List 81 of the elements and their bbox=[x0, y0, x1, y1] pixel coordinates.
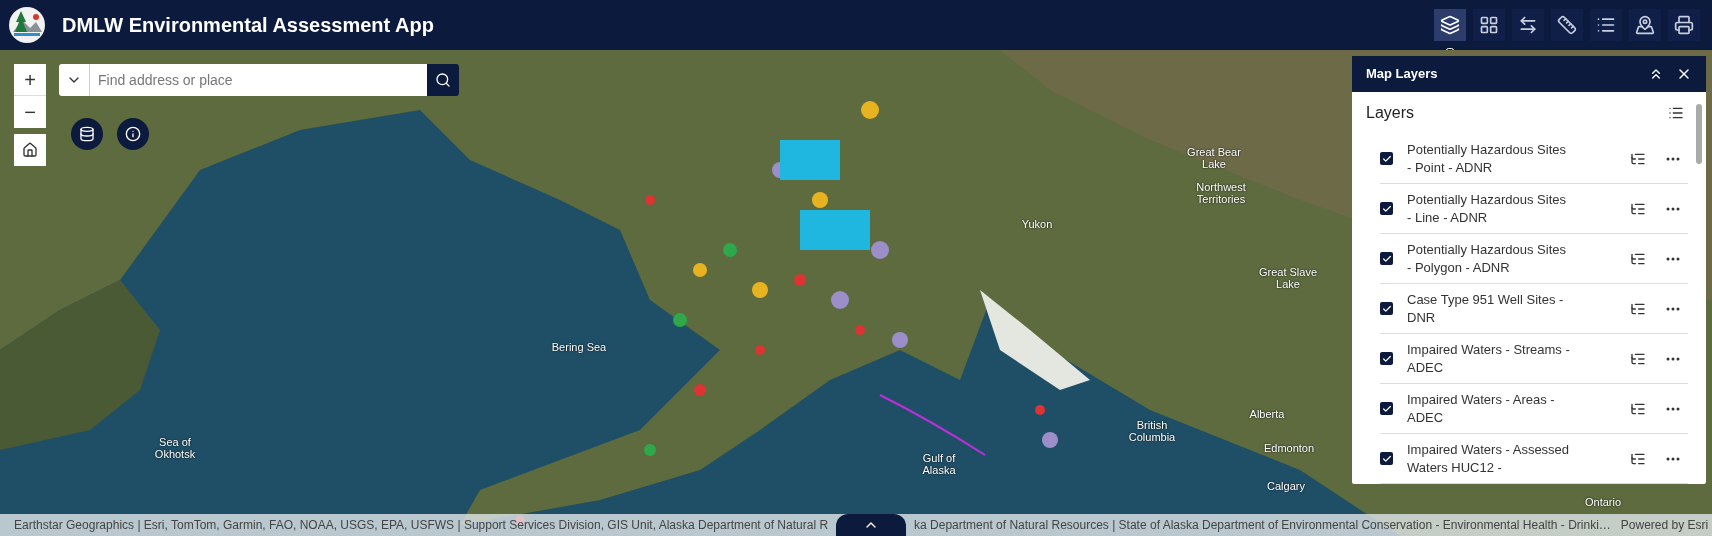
more-options-button[interactable] bbox=[1666, 306, 1680, 311]
ellipsis-icon bbox=[1666, 456, 1680, 461]
logo-icon bbox=[8, 6, 46, 44]
check-icon bbox=[1381, 153, 1392, 164]
check-icon bbox=[1381, 403, 1392, 414]
map-label: British Columbia bbox=[1128, 419, 1176, 443]
layer-label: Impaired Waters - Streams - ADEC bbox=[1407, 340, 1571, 377]
toolbar-button[interactable] bbox=[1551, 9, 1583, 41]
zoom-in-button[interactable]: + bbox=[14, 64, 46, 96]
printer-icon bbox=[1674, 15, 1694, 35]
ellipsis-icon bbox=[1666, 206, 1680, 211]
layer-label: Impaired Waters - Assessed Waters HUC12 - bbox=[1407, 440, 1571, 477]
info-icon bbox=[125, 126, 141, 142]
toolbar-button[interactable] bbox=[1512, 9, 1544, 41]
layer-checkbox[interactable] bbox=[1380, 452, 1393, 465]
more-options-button[interactable] bbox=[1666, 406, 1680, 411]
search-icon bbox=[435, 72, 451, 88]
check-icon bbox=[1381, 303, 1392, 314]
map-label: Yukon bbox=[1021, 218, 1053, 230]
map-label: Gulf of Alaska bbox=[922, 452, 956, 476]
attribution-text: Earthstar Geographics | Esri, TomTom, Garmin, FAO, NOAA, USGS, EPA, USFWS | Support Services Division, GIS Unit, Alaska Department of Natural R bbox=[14, 517, 829, 534]
database-icon bbox=[79, 126, 95, 142]
toolbar-button[interactable] bbox=[1473, 9, 1505, 41]
grid-icon bbox=[1479, 15, 1499, 35]
list-icon bbox=[1668, 105, 1684, 121]
ellipsis-icon bbox=[1666, 356, 1680, 361]
check-icon bbox=[1381, 353, 1392, 364]
layer-checkbox[interactable] bbox=[1380, 202, 1393, 215]
map-label: Sea of Okhotsk bbox=[154, 436, 196, 460]
options-menu-button[interactable] bbox=[1668, 105, 1684, 121]
layer-checkbox[interactable] bbox=[1380, 302, 1393, 315]
map-label: Alberta bbox=[1249, 408, 1285, 420]
ellipsis-icon bbox=[1666, 306, 1680, 311]
map-label: Northwest Territories bbox=[1196, 181, 1246, 205]
layer-label: Potentially Hazardous Sites - Line - ADNR bbox=[1407, 190, 1567, 227]
map-label: Calgary bbox=[1267, 480, 1305, 492]
layers-icon bbox=[1440, 15, 1460, 35]
map-label: Bering Sea bbox=[551, 341, 607, 353]
layer-label: Potentially Hazardous Sites - Point - ADNR bbox=[1407, 140, 1567, 177]
map-label: Great Bear Lake bbox=[1187, 146, 1241, 170]
layer-label: Impaired Waters - Areas - ADEC bbox=[1407, 390, 1556, 427]
ellipsis-icon bbox=[1666, 156, 1680, 161]
layer-checkbox[interactable] bbox=[1380, 152, 1393, 165]
map-pin-icon bbox=[1635, 15, 1655, 35]
search-source-dropdown[interactable] bbox=[59, 64, 90, 96]
toolbar-button[interactable] bbox=[1590, 9, 1622, 41]
check-icon bbox=[1381, 253, 1392, 264]
layer-checkbox[interactable] bbox=[1380, 402, 1393, 415]
toolbar-button[interactable] bbox=[1668, 9, 1700, 41]
layer-checkbox[interactable] bbox=[1380, 252, 1393, 265]
ellipsis-icon bbox=[1666, 406, 1680, 411]
coordinates-icon bbox=[1518, 15, 1538, 35]
check-icon bbox=[1381, 203, 1392, 214]
more-options-button[interactable] bbox=[1666, 256, 1680, 261]
panel-title: Map Layers bbox=[1366, 65, 1438, 84]
attribution-text: ka Department of Natural Resources | State of Alaska Department of Environmental Conservation - Environmental Health - Drinki… bbox=[914, 517, 1611, 534]
map-label: Edmonton bbox=[1263, 442, 1315, 454]
more-options-button[interactable] bbox=[1666, 156, 1680, 161]
home-button[interactable] bbox=[14, 134, 46, 166]
more-options-button[interactable] bbox=[1666, 356, 1680, 361]
layers-heading: Layers bbox=[1366, 103, 1415, 123]
scrollbar[interactable] bbox=[1696, 104, 1702, 164]
map-label: Ontario bbox=[1584, 496, 1622, 508]
home-icon bbox=[22, 142, 38, 158]
layer-label: Potentially Hazardous Sites - Polygon - ADNR bbox=[1407, 240, 1567, 277]
more-options-button[interactable] bbox=[1666, 206, 1680, 211]
zoom-out-button[interactable]: − bbox=[14, 96, 46, 128]
expand-button[interactable] bbox=[836, 514, 907, 536]
app-title: DMLW Environmental Assessment App bbox=[62, 13, 434, 38]
list-icon bbox=[1596, 15, 1616, 35]
more-options-button[interactable] bbox=[1666, 456, 1680, 461]
powered-by-text: Powered by Esri bbox=[1619, 517, 1709, 534]
search-button[interactable] bbox=[427, 64, 459, 96]
check-icon bbox=[1381, 453, 1392, 464]
map-label: Great Slave Lake bbox=[1258, 266, 1318, 290]
layer-label: Case Type 951 Well Sites - DNR bbox=[1407, 290, 1565, 327]
layer-checkbox[interactable] bbox=[1380, 352, 1393, 365]
search-field[interactable]: Find address or place bbox=[90, 64, 427, 96]
ellipsis-icon bbox=[1666, 256, 1680, 261]
ruler-icon bbox=[1557, 15, 1577, 35]
toolbar-button[interactable] bbox=[1629, 9, 1661, 41]
